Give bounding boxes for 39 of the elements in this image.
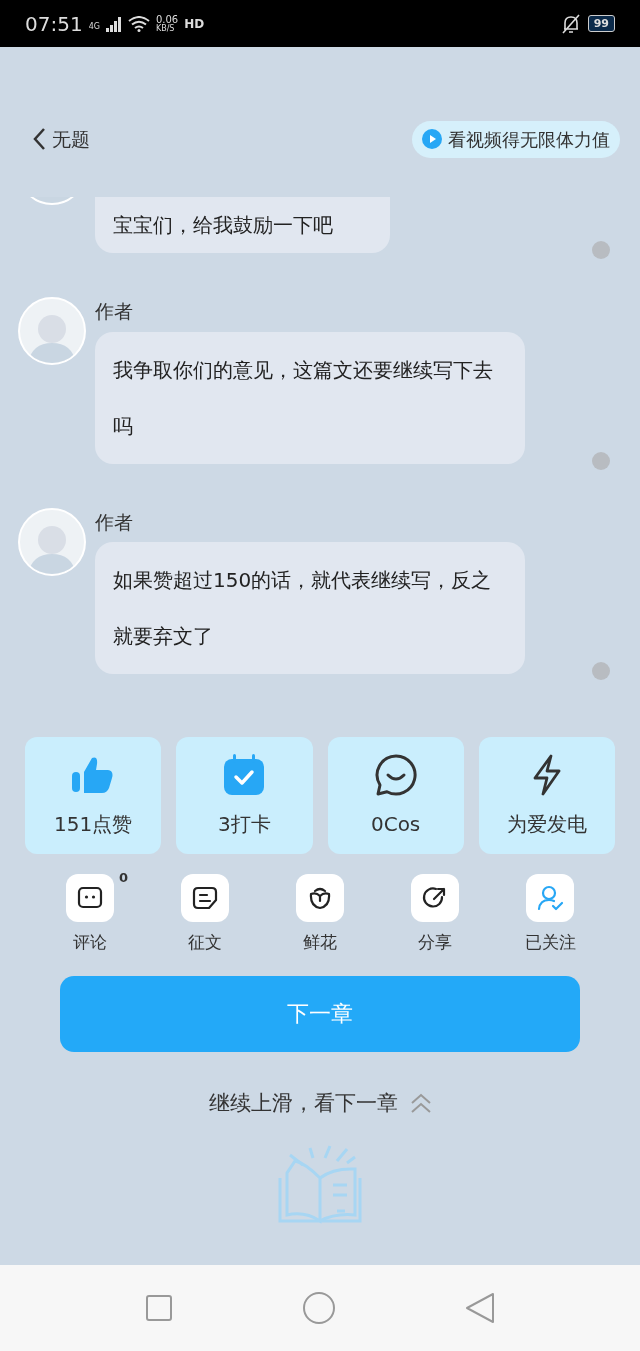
stat-button[interactable]: 0Cos: [327, 737, 464, 854]
muted-bell-icon: [561, 13, 580, 34]
speed-unit: KB/S: [155, 23, 176, 33]
page-title: 无题: [52, 126, 90, 152]
action-button[interactable]: 已关注: [505, 874, 595, 956]
back-nav-icon[interactable]: [465, 1292, 496, 1324]
action-button[interactable]: 征文: [160, 874, 250, 956]
swipe-hint: 继续上滑，看下一章: [208, 1089, 398, 1117]
signal-icon: [105, 15, 122, 32]
network-speed: 0.06: [155, 14, 179, 24]
share-arrow-icon: [422, 885, 448, 911]
action-button[interactable]: 鲜花: [275, 874, 365, 956]
hd-indicator: HD: [184, 15, 205, 33]
stat-button[interactable]: 为爱发电: [478, 737, 615, 854]
author-name: 作者: [95, 299, 134, 324]
document-icon: [192, 886, 218, 910]
chat-icon: [77, 886, 103, 910]
back-icon[interactable]: [32, 127, 46, 151]
chat-smile-icon: [374, 753, 417, 796]
message-bubble: 如果赞超过150的话，就代表继续写，反之就要弃文了: [95, 542, 525, 674]
thumbs-up-icon: [72, 755, 115, 794]
battery-level: 99: [587, 15, 615, 32]
promo-button[interactable]: 看视频得无限体力值: [412, 120, 620, 158]
message-bubble: 我争取你们的意见，这篇文还要继续写下去吗: [95, 331, 525, 464]
flower-icon: [307, 886, 333, 910]
stat-button[interactable]: 3打卡: [176, 737, 313, 854]
author-name: 作者: [95, 509, 134, 535]
play-icon: [422, 129, 442, 149]
double-chevron-up-icon: [409, 1092, 432, 1115]
network-type: 4G: [88, 20, 100, 33]
clock-time: 07:51: [25, 10, 83, 38]
stat-button[interactable]: 151点赞: [25, 737, 162, 854]
action-button[interactable]: 分享: [390, 874, 480, 956]
recent-apps-icon[interactable]: [144, 1294, 173, 1322]
user-check-icon: [536, 884, 564, 912]
calendar-check-icon: [223, 753, 266, 796]
home-icon[interactable]: [302, 1291, 336, 1325]
message-bubble: 宝宝们，给我鼓励一下吧: [95, 197, 390, 253]
wifi-icon: [127, 15, 150, 32]
